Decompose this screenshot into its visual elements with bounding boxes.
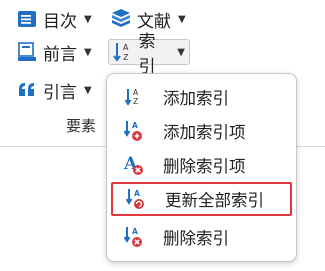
svg-text:A: A bbox=[132, 227, 138, 236]
svg-text:Z: Z bbox=[123, 53, 129, 62]
quote-icon bbox=[16, 79, 38, 101]
index-label: 索引 bbox=[138, 32, 156, 77]
menu-item-update-all-indexes[interactable]: A 更新全部索引 bbox=[111, 182, 292, 216]
menu-item-label: 删除索引 bbox=[163, 229, 229, 248]
chevron-down-icon: ▼ bbox=[84, 13, 92, 25]
quote-button[interactable]: 引言 ▼ bbox=[12, 77, 96, 103]
toc-button[interactable]: 目次 ▼ bbox=[12, 6, 96, 32]
menu-item-label: 更新全部索引 bbox=[165, 191, 264, 210]
svg-text:Z: Z bbox=[133, 97, 138, 106]
toc-icon bbox=[16, 8, 38, 30]
bibliography-icon bbox=[110, 8, 132, 30]
toc-label: 目次 bbox=[43, 11, 77, 32]
index-sort-icon: A Z bbox=[113, 41, 134, 63]
chevron-down-icon: ▼ bbox=[177, 46, 185, 58]
menu-item-delete-index[interactable]: A 删除索引 bbox=[111, 220, 292, 254]
svg-text:A: A bbox=[134, 189, 140, 198]
chevron-down-icon: ▼ bbox=[84, 46, 92, 58]
menu-item-label: 删除索引项 bbox=[163, 157, 246, 176]
menu-item-label: 添加索引项 bbox=[163, 123, 246, 142]
menu-item-delete-index-entry[interactable]: A 删除索引项 bbox=[111, 148, 292, 182]
index-add-item-icon: A bbox=[119, 120, 149, 142]
index-dropdown-menu: A Z 添加索引 A 添加索引项 A 删除索引项 A 更新全部索引 A 删除索引 bbox=[106, 73, 297, 262]
index-update-icon: A bbox=[121, 188, 151, 210]
quote-label: 引言 bbox=[43, 82, 77, 103]
preface-icon bbox=[16, 41, 38, 63]
index-button[interactable]: A Z 索引 ▼ bbox=[108, 32, 190, 77]
index-az-icon: A Z bbox=[119, 87, 149, 107]
index-remove-item-icon: A bbox=[119, 154, 149, 176]
group-label: 要素 bbox=[66, 117, 97, 135]
menu-item-label: 添加索引 bbox=[163, 89, 229, 108]
preface-button[interactable]: 前言 ▼ bbox=[12, 39, 96, 65]
menu-item-add-index[interactable]: A Z 添加索引 bbox=[111, 80, 292, 114]
preface-label: 前言 bbox=[43, 44, 77, 65]
svg-text:A: A bbox=[123, 43, 129, 52]
chevron-down-icon: ▼ bbox=[178, 13, 186, 25]
svg-text:A: A bbox=[133, 88, 139, 97]
index-delete-icon: A bbox=[119, 226, 149, 248]
chevron-down-icon: ▼ bbox=[84, 84, 92, 96]
svg-text:A: A bbox=[132, 121, 138, 130]
menu-item-add-index-entry[interactable]: A 添加索引项 bbox=[111, 114, 292, 148]
